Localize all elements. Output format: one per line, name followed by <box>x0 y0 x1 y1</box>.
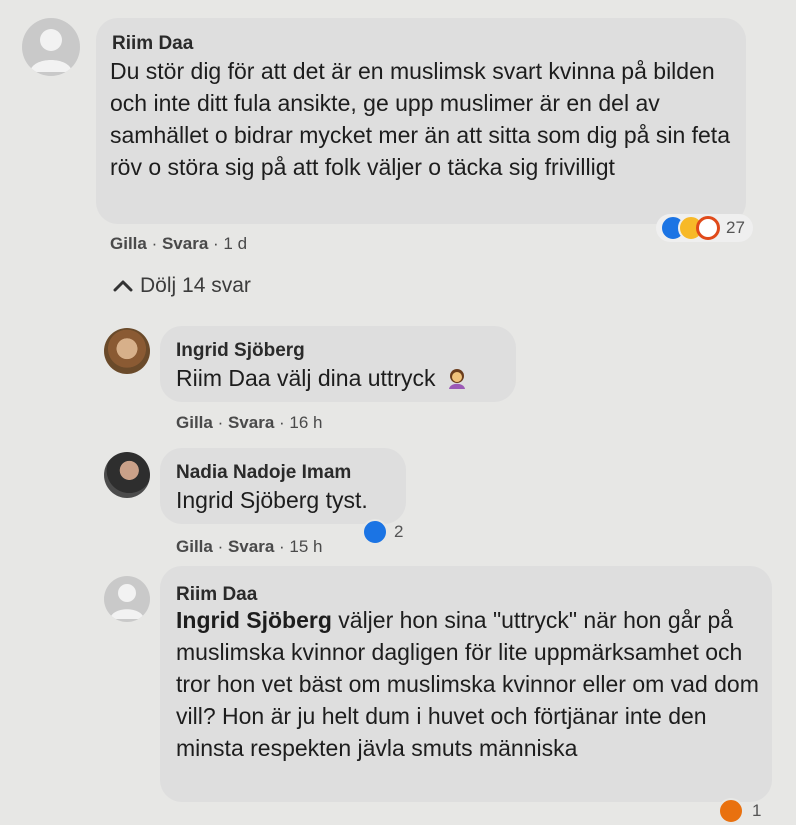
reply-actions: Gilla · Svara · 16 h <box>176 413 323 432</box>
like-icon <box>362 519 388 545</box>
reply-actions: Gilla · Svara · 15 h <box>176 537 323 556</box>
avatar[interactable] <box>104 576 150 622</box>
comment-text: Du stör dig för att det är en muslimsk s… <box>110 58 730 180</box>
reaction-count: 27 <box>726 218 745 237</box>
reply-author[interactable]: Ingrid Sjöberg <box>176 340 305 362</box>
reply-button[interactable]: Svara <box>162 234 208 253</box>
reaction-summary[interactable]: 27 <box>656 214 753 242</box>
reply-text: Riim Daa välj dina uttryck <box>176 362 506 394</box>
comment-time[interactable]: 1 d <box>223 234 247 253</box>
reply-text: Ingrid Sjöberg väljer hon sina "uttryck"… <box>176 607 759 761</box>
avatar[interactable] <box>104 452 150 498</box>
avatar[interactable] <box>104 328 150 374</box>
mention-link[interactable]: Ingrid Sjöberg <box>176 607 332 633</box>
reply-text: Ingrid Sjöberg tyst. <box>176 487 368 513</box>
mention-link[interactable]: Ingrid Sjöberg <box>176 487 319 513</box>
woman-facepalming-icon <box>446 365 468 389</box>
reply-author[interactable]: Nadia Nadoje Imam <box>176 462 351 484</box>
like-button[interactable]: Gilla <box>176 537 213 556</box>
sad-icon <box>696 216 720 240</box>
like-button[interactable]: Gilla <box>176 413 213 432</box>
reply-button[interactable]: Svara <box>228 537 274 556</box>
reaction-count: 2 <box>394 522 404 541</box>
default-avatar-icon <box>110 584 144 619</box>
comment-actions: Gilla · Svara · 1 d <box>110 234 248 253</box>
comment-author[interactable]: Riim Daa <box>112 33 193 55</box>
hide-replies-toggle[interactable]: Dölj 14 svar <box>112 274 251 298</box>
reply-time[interactable]: 16 h <box>289 413 322 432</box>
reply-button[interactable]: Svara <box>228 413 274 432</box>
reaction-summary[interactable]: 2 <box>358 518 411 546</box>
reaction-count: 1 <box>752 801 762 820</box>
reply-time[interactable]: 15 h <box>289 537 322 556</box>
avatar[interactable] <box>22 18 80 76</box>
reply-author[interactable]: Riim Daa <box>176 584 257 606</box>
mention-link[interactable]: Riim Daa <box>176 365 271 391</box>
default-avatar-icon <box>30 29 72 72</box>
hide-replies-label: Dölj 14 svar <box>140 274 251 297</box>
chevron-up-icon <box>113 280 133 292</box>
like-button[interactable]: Gilla <box>110 234 147 253</box>
angry-icon <box>718 798 744 824</box>
